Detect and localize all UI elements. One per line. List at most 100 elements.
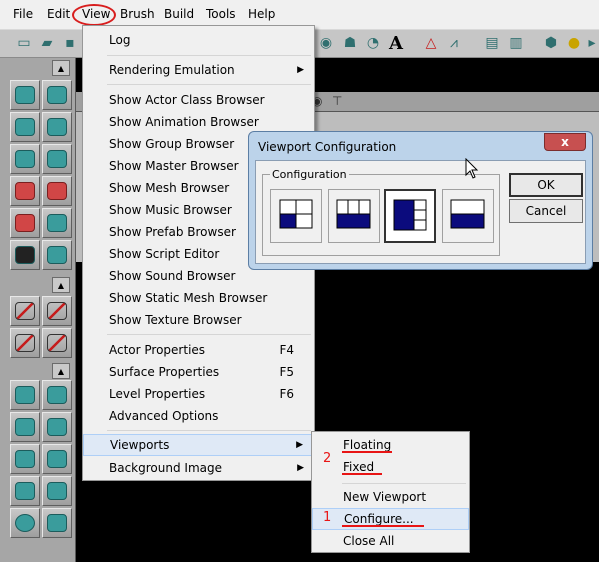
scale-mode-button[interactable]	[10, 112, 40, 142]
submenu-arrow-icon: ▶	[297, 65, 304, 75]
sheet-icon	[15, 450, 35, 468]
menu-item-viewports[interactable]: Viewports ▶	[83, 434, 314, 456]
menu-item-label: Viewports	[110, 438, 170, 452]
cone-brush-button[interactable]	[42, 476, 72, 506]
matinee-button[interactable]	[10, 240, 40, 270]
clip-split-button[interactable]	[10, 328, 40, 358]
plane-brush-button[interactable]	[42, 444, 72, 474]
menu-item-rendering-emulation[interactable]: Rendering Emulation ▶	[83, 59, 314, 81]
clip-split-icon	[15, 334, 35, 352]
layout-four-split-button[interactable]	[270, 189, 322, 243]
menu-item-actor-class-browser[interactable]: Show Actor Class Browser	[83, 89, 314, 111]
sheet-brush-button[interactable]	[10, 444, 40, 474]
menu-item-animation-browser[interactable]: Show Animation Browser	[83, 111, 314, 133]
animation-tool-icon[interactable]: ◔	[363, 33, 383, 53]
layout-three-top-button[interactable]	[328, 189, 380, 243]
texture-pan-button[interactable]	[42, 144, 72, 174]
volume-icon	[47, 514, 67, 532]
submenu-item-label: Floating	[343, 438, 392, 452]
submenu-arrow-icon: ▶	[297, 463, 304, 473]
shapes-palette-tab[interactable]: ▲	[52, 363, 70, 379]
menu-item-label: Show Prefab Browser	[109, 225, 236, 239]
menu-tools[interactable]: Tools	[206, 7, 236, 21]
menu-file[interactable]: File	[13, 7, 33, 21]
menu-edit[interactable]: Edit	[47, 7, 70, 21]
curved-stairs-icon	[15, 418, 35, 436]
new-file-icon[interactable]: ▭	[14, 33, 34, 53]
light-tool-icon[interactable]: ●	[564, 33, 584, 53]
list-tool-icon[interactable]: ▥	[506, 33, 526, 53]
view-menu-highlight-circle	[72, 4, 116, 26]
menu-separator	[107, 430, 311, 431]
more-tool-icon[interactable]: ▸	[585, 33, 599, 53]
rotate-mode-button[interactable]	[42, 112, 72, 142]
curved-stairs-button[interactable]	[10, 412, 40, 442]
cube-brush-button[interactable]	[10, 380, 40, 410]
submenu-item-fixed[interactable]: Fixed	[312, 456, 469, 478]
cylinder-brush-button[interactable]	[10, 476, 40, 506]
move-icon	[15, 150, 35, 168]
triangle-tool-icon[interactable]: △	[421, 33, 441, 53]
menu-build[interactable]: Build	[164, 7, 194, 21]
menu-item-label: Show Mesh Browser	[109, 181, 230, 195]
plane-icon	[47, 450, 67, 468]
close-icon[interactable]: x	[544, 133, 586, 151]
menu-item-advanced-options[interactable]: Advanced Options	[83, 405, 314, 427]
cancel-button[interactable]: Cancel	[509, 199, 583, 223]
volume-brush-button[interactable]	[42, 508, 72, 538]
geometry-button[interactable]	[42, 240, 72, 270]
terrain-tool-icon[interactable]: ⩘	[444, 33, 464, 53]
menu-item-log[interactable]: Log	[83, 29, 314, 51]
submenu-item-close-all[interactable]: Close All	[312, 530, 469, 552]
cube-tool-icon[interactable]: ⬢	[541, 33, 561, 53]
move-mode-button[interactable]	[10, 144, 40, 174]
menu-item-background-image[interactable]: Background Image ▶	[83, 457, 314, 479]
spiral-stairs-button[interactable]	[42, 412, 72, 442]
menu-item-surface-properties[interactable]: Surface Properties F5	[83, 361, 314, 383]
stairs-brush-button[interactable]	[42, 380, 72, 410]
save-icon[interactable]: ▪	[60, 33, 80, 53]
clip-button[interactable]	[10, 296, 40, 326]
vertex-mode-button[interactable]	[42, 80, 72, 110]
clip-palette-tab[interactable]: ▲	[52, 277, 70, 293]
text-tool-icon[interactable]: A	[386, 33, 406, 54]
menu-item-label: Show Script Editor	[109, 247, 220, 261]
mesh-tool-icon[interactable]: ◉	[316, 33, 336, 53]
tool-palette: ▲ ▲ ▲	[0, 58, 76, 562]
submenu-item-label: Close All	[343, 534, 395, 548]
layout-one-left-three-right-button[interactable]	[384, 189, 436, 243]
scale-icon	[15, 118, 35, 136]
cube-brush-icon	[15, 386, 35, 404]
face-drag-icon	[47, 182, 67, 200]
clip-delete-icon	[47, 334, 67, 352]
camera-mode-button[interactable]	[10, 80, 40, 110]
menu-item-level-properties[interactable]: Level Properties F6	[83, 383, 314, 405]
submenu-item-new-viewport[interactable]: New Viewport	[312, 486, 469, 508]
viewport-lock-icon[interactable]: ⊤	[332, 94, 342, 108]
mountain-button[interactable]	[42, 208, 72, 238]
sphere-icon	[15, 514, 35, 532]
palette-collapse-tab[interactable]: ▲	[52, 60, 70, 76]
sphere-brush-button[interactable]	[10, 508, 40, 538]
open-folder-icon[interactable]: ▰	[37, 33, 57, 53]
skeleton-tool-icon[interactable]: ☗	[340, 33, 360, 53]
brush-clip-button[interactable]	[10, 176, 40, 206]
menu-help[interactable]: Help	[248, 7, 275, 21]
menu-item-static-mesh-browser[interactable]: Show Static Mesh Browser	[83, 287, 314, 309]
menu-item-actor-properties[interactable]: Actor Properties F4	[83, 339, 314, 361]
menu-separator	[107, 334, 311, 335]
stairs-icon	[47, 386, 67, 404]
menu-item-label: Show Static Mesh Browser	[109, 291, 268, 305]
face-drag-button[interactable]	[42, 176, 72, 206]
clip-delete-button[interactable]	[42, 328, 72, 358]
layout-two-stacked-button[interactable]	[442, 189, 494, 243]
menu-brush[interactable]: Brush	[120, 7, 155, 21]
shortcut-label: F6	[279, 387, 294, 401]
menu-item-label: Advanced Options	[109, 409, 219, 423]
properties-tool-icon[interactable]: ▤	[482, 33, 502, 53]
menu-item-texture-browser[interactable]: Show Texture Browser	[83, 309, 314, 331]
dialog-body: Configuration OK Cancel	[255, 160, 586, 264]
clip-flip-button[interactable]	[42, 296, 72, 326]
ok-button[interactable]: OK	[509, 173, 583, 197]
terrain-edit-button[interactable]	[10, 208, 40, 238]
